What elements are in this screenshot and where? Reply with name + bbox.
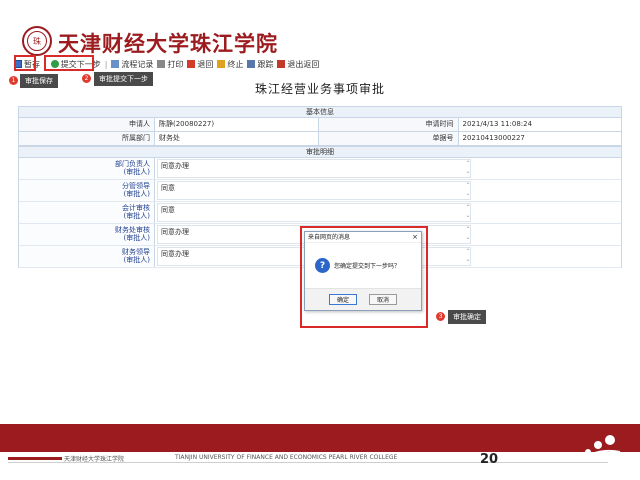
scroll-arrows-icon[interactable]: ⌃ ⌄ [465, 204, 471, 222]
dialog-title: 来自网页的消息 [308, 234, 351, 241]
footer-logo-icon [583, 435, 621, 459]
opinion-label-role: 财务领导 [122, 248, 150, 256]
footer-school-en: TIANJIN UNIVERSITY OF FINANCE AND ECONOM… [175, 454, 398, 461]
opinion-textarea[interactable] [157, 203, 471, 222]
close-icon [187, 60, 196, 68]
applicant-label: 申请人 [19, 118, 155, 131]
footer-divider [8, 462, 608, 463]
opinion-label-sub: (审批人) [123, 168, 150, 176]
apply-time-value: 2021/4/13 11:08:24 [462, 120, 533, 128]
opinion-row: 部门负责人 (审批人) 同意办理 ⌃ ⌄ [18, 158, 622, 180]
opinion-label-sub: (审批人) [123, 234, 150, 242]
exit-icon [277, 60, 286, 68]
opinion-textarea[interactable] [157, 159, 471, 178]
print-label: 打印 [167, 59, 184, 69]
return-button[interactable]: 退回 [187, 59, 213, 70]
opinion-field[interactable]: 同意 ⌃ ⌄ [155, 180, 621, 201]
terminate-button[interactable]: 终止 [217, 59, 243, 70]
doc-no-value: 20210413000227 [462, 134, 525, 142]
opinion-label: 会计审核 (审批人) [19, 202, 155, 223]
document-icon [111, 60, 120, 68]
annotation-badge-3: 3 [436, 312, 445, 321]
opinion-label-role: 财务处审核 [115, 226, 150, 234]
cancel-button[interactable]: 取消 [369, 294, 397, 305]
applicant-value: 陈静(20080227) [155, 118, 319, 131]
opinion-text: 同意 [161, 206, 175, 214]
seal-inner: 珠 [27, 31, 47, 51]
tooltip-confirm: 审批确定 [448, 310, 486, 324]
opinion-label: 部门负责人 (审批人) [19, 158, 155, 179]
form-row-applicant: 申请人 陈静(20080227) 申请时间 2021/4/13 11:08:24 [18, 118, 622, 132]
opinion-text: 同意办理 [161, 250, 189, 258]
opinion-label: 财务处审核 (审批人) [19, 224, 155, 245]
flag-icon [217, 60, 226, 68]
opinion-text: 同意 [161, 184, 175, 192]
opinion-label: 分管领导 (审批人) [19, 180, 155, 201]
save-highlight-box [14, 55, 36, 71]
school-seal-icon: 珠 [22, 26, 52, 56]
ok-button[interactable]: 确定 [329, 294, 357, 305]
school-name: 天津财经大学珠江学院 [58, 31, 278, 56]
scroll-arrows-icon[interactable]: ⌃ ⌄ [465, 182, 471, 200]
opinion-row: 分管领导 (审批人) 同意 ⌃ ⌄ [18, 180, 622, 202]
exit-button[interactable]: 退出返回 [277, 59, 319, 70]
doc-no-label: 单据号 [318, 132, 459, 145]
exit-label: 退出返回 [287, 59, 320, 69]
opinion-label-sub: (审批人) [123, 256, 150, 264]
opinion-textarea[interactable] [157, 181, 471, 200]
dept-label: 所属部门 [19, 132, 155, 145]
opinion-text: 同意办理 [161, 228, 189, 236]
footer-band [0, 424, 640, 452]
scroll-arrows-icon[interactable]: ⌃ ⌄ [465, 248, 471, 266]
print-icon [157, 60, 166, 68]
toolbar-separator: | [104, 59, 108, 69]
track-label: 跟踪 [257, 59, 274, 69]
apply-time-label: 申请时间 [318, 118, 459, 131]
dialog-title-bar: 来自网页的消息 × [305, 232, 421, 243]
opinion-label-role: 分管领导 [122, 182, 150, 190]
opinion-label-role: 部门负责人 [115, 160, 150, 168]
flow-record-button[interactable]: 流程记录 [111, 59, 153, 70]
dialog-close-button[interactable]: × [412, 232, 418, 243]
submit-highlight-box [44, 55, 94, 71]
dialog-message: 您确定提交到下一步吗？ [334, 263, 401, 270]
scroll-arrows-icon[interactable]: ⌃ ⌄ [465, 160, 471, 178]
scroll-arrows-icon[interactable]: ⌃ ⌄ [465, 226, 471, 244]
header: 珠 天津财经大学珠江学院 [0, 0, 640, 56]
flow-record-label: 流程记录 [121, 59, 154, 69]
terminate-label: 终止 [227, 59, 244, 69]
dialog-footer: 确定 取消 [305, 288, 421, 310]
section-approval-detail: 审批明细 [18, 146, 622, 158]
opinion-text: 同意办理 [161, 162, 189, 170]
opinion-label-sub: (审批人) [123, 212, 150, 220]
form-row-dept: 所属部门 财务处 单据号 20210413000227 [18, 132, 622, 146]
monitor-icon [247, 60, 256, 68]
dept-value: 财务处 [155, 132, 319, 145]
section-basic-info: 基本信息 [18, 106, 622, 118]
dialog-body: ? 您确定提交到下一步吗？ [305, 243, 421, 288]
track-button[interactable]: 跟踪 [247, 59, 273, 70]
opinion-field[interactable]: 同意 ⌃ ⌄ [155, 202, 621, 223]
opinion-label-sub: (审批人) [123, 190, 150, 198]
confirm-dialog: 来自网页的消息 × ? 您确定提交到下一步吗？ 确定 取消 [304, 231, 422, 311]
page-number: 20 [480, 452, 499, 467]
print-button[interactable]: 打印 [157, 59, 183, 70]
footer-accent-line [8, 457, 62, 460]
return-label: 退回 [197, 59, 214, 69]
page-title: 珠江经营业务事项审批 [254, 82, 385, 96]
question-icon: ? [315, 258, 330, 273]
opinion-label: 财务领导 (审批人) [19, 246, 155, 267]
opinion-label-role: 会计审核 [122, 204, 150, 212]
opinion-row: 会计审核 (审批人) 同意 ⌃ ⌄ [18, 202, 622, 224]
opinion-field[interactable]: 同意办理 ⌃ ⌄ [155, 158, 621, 179]
